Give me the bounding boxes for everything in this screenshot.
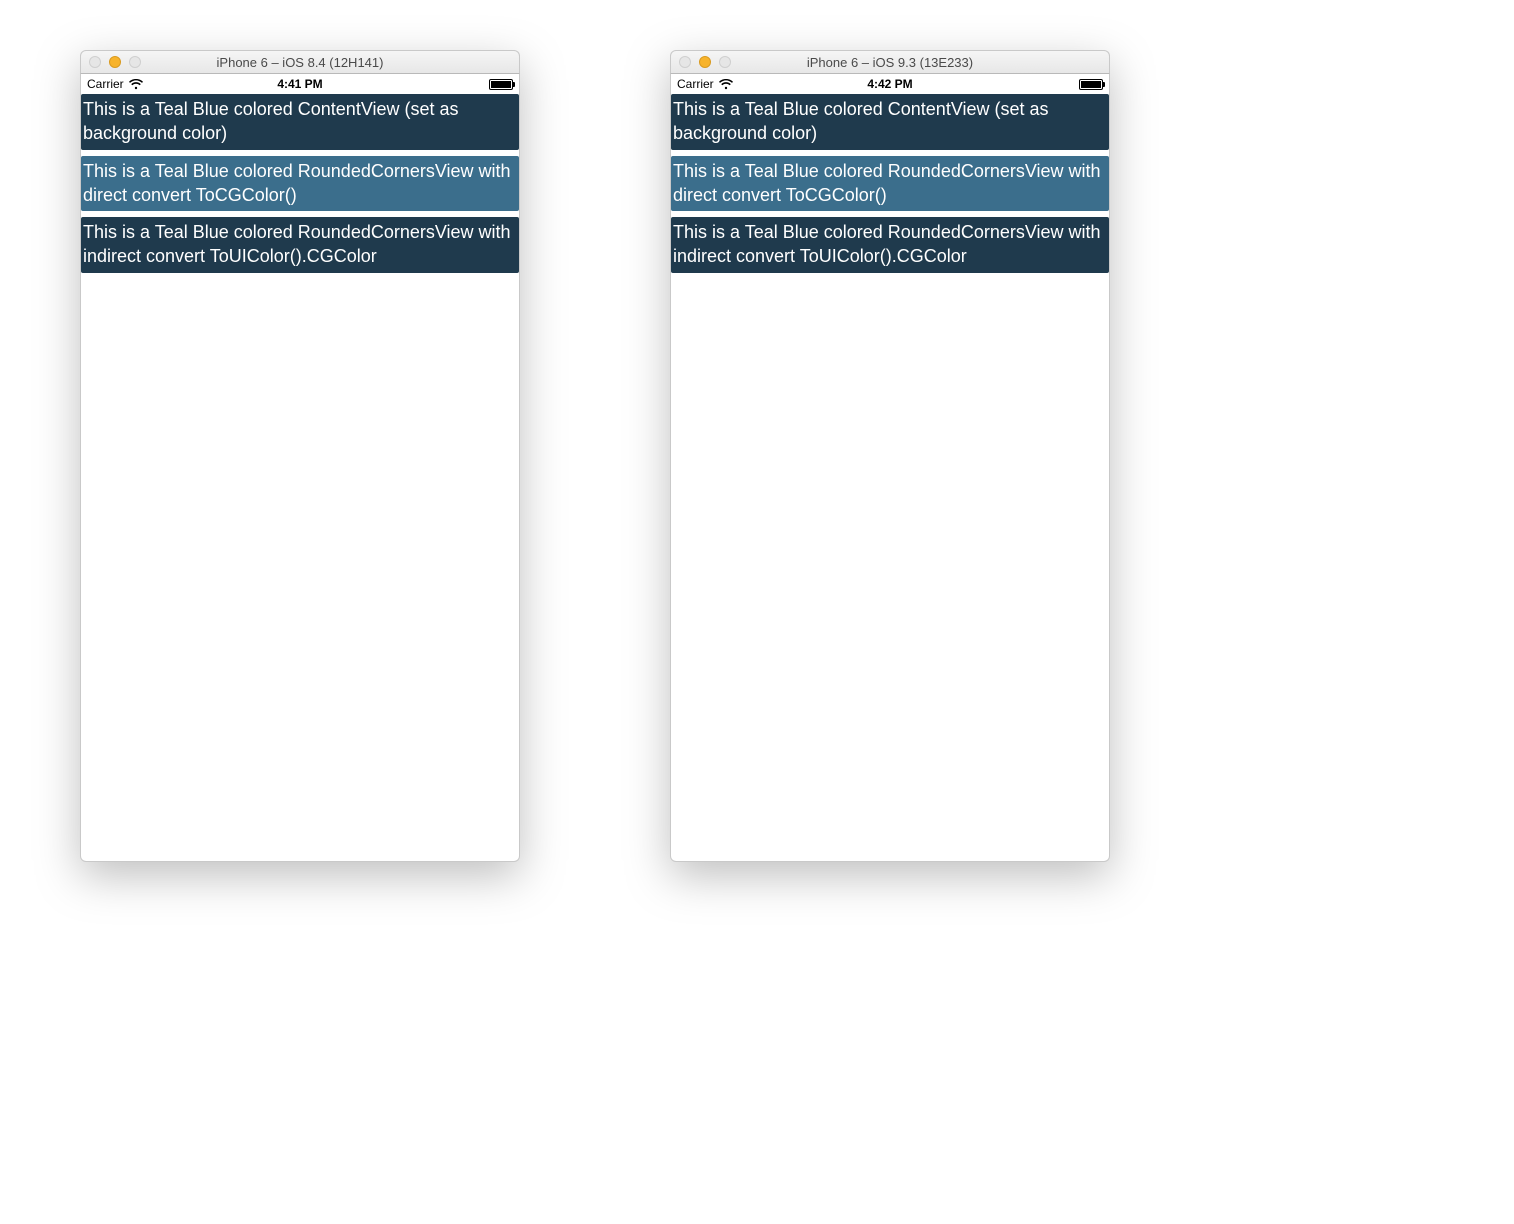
statusbar-right xyxy=(489,79,513,90)
app-content: This is a Teal Blue colored ContentView … xyxy=(81,94,519,273)
battery-icon xyxy=(489,79,513,90)
window-title: iPhone 6 – iOS 9.3 (13E233) xyxy=(671,55,1109,70)
statusbar-time: 4:41 PM xyxy=(81,77,519,91)
zoom-icon[interactable] xyxy=(719,56,731,68)
traffic-lights xyxy=(679,56,731,68)
page-root: iPhone 6 – iOS 8.4 (12H141) Carrier 4:41… xyxy=(0,0,1514,912)
window-title: iPhone 6 – iOS 8.4 (12H141) xyxy=(81,55,519,70)
minimize-icon[interactable] xyxy=(109,56,121,68)
rounded-corners-direct-cell: This is a Teal Blue colored RoundedCorne… xyxy=(81,156,519,212)
close-icon[interactable] xyxy=(89,56,101,68)
ios-statusbar: Carrier 4:41 PM xyxy=(81,74,519,94)
traffic-lights xyxy=(89,56,141,68)
device-screen: Carrier 4:41 PM This is a Teal Blue colo… xyxy=(80,74,520,862)
window-titlebar[interactable]: iPhone 6 – iOS 9.3 (13E233) xyxy=(670,50,1110,74)
rounded-corners-indirect-cell: This is a Teal Blue colored RoundedCorne… xyxy=(81,217,519,273)
minimize-icon[interactable] xyxy=(699,56,711,68)
window-titlebar[interactable]: iPhone 6 – iOS 8.4 (12H141) xyxy=(80,50,520,74)
simulator-window: iPhone 6 – iOS 8.4 (12H141) Carrier 4:41… xyxy=(80,50,520,862)
rounded-corners-direct-cell: This is a Teal Blue colored RoundedCorne… xyxy=(671,156,1109,212)
zoom-icon[interactable] xyxy=(129,56,141,68)
content-view-cell: This is a Teal Blue colored ContentView … xyxy=(671,94,1109,150)
ios-statusbar: Carrier 4:42 PM xyxy=(671,74,1109,94)
device-screen: Carrier 4:42 PM This is a Teal Blue colo… xyxy=(670,74,1110,862)
statusbar-time: 4:42 PM xyxy=(671,77,1109,91)
statusbar-right xyxy=(1079,79,1103,90)
app-content: This is a Teal Blue colored ContentView … xyxy=(671,94,1109,273)
simulator-window: iPhone 6 – iOS 9.3 (13E233) Carrier 4:42… xyxy=(670,50,1110,862)
content-view-cell: This is a Teal Blue colored ContentView … xyxy=(81,94,519,150)
battery-icon xyxy=(1079,79,1103,90)
close-icon[interactable] xyxy=(679,56,691,68)
rounded-corners-indirect-cell: This is a Teal Blue colored RoundedCorne… xyxy=(671,217,1109,273)
